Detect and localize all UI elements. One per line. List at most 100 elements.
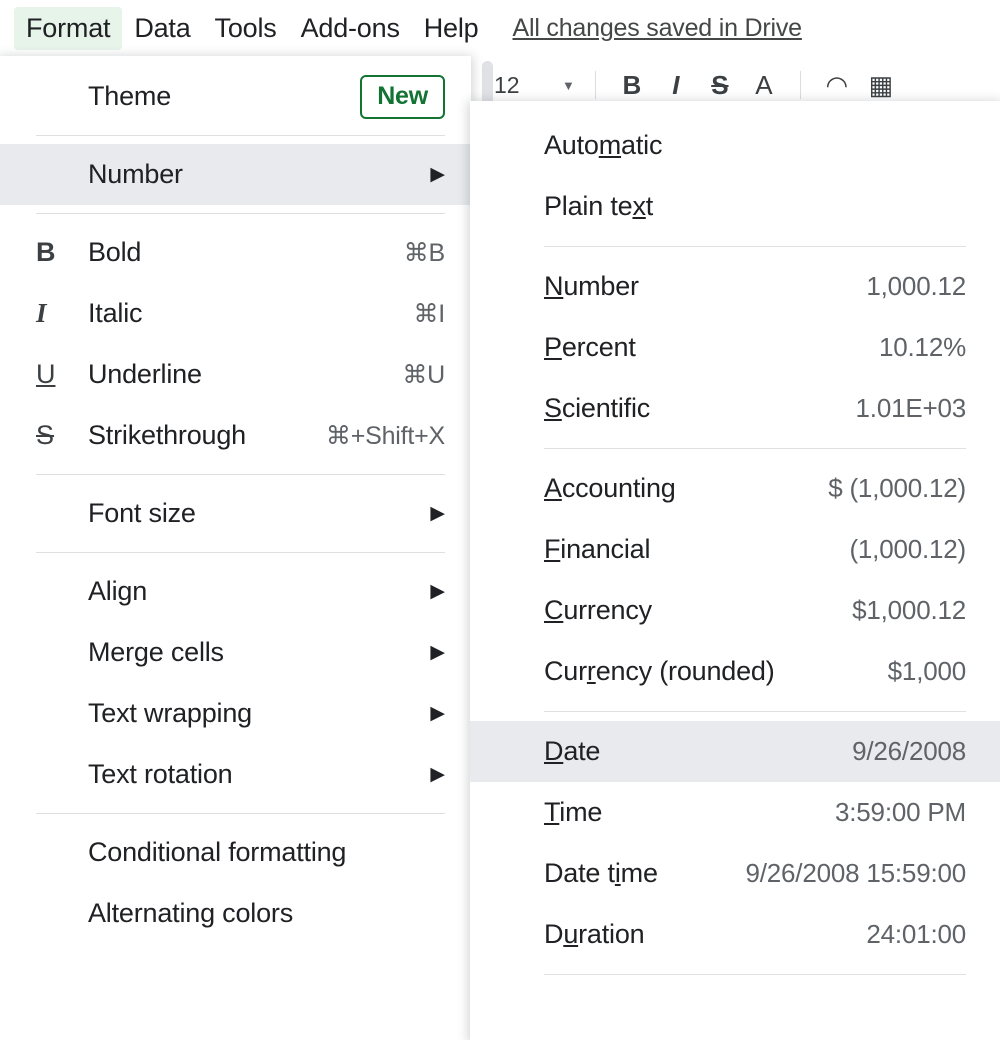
- keyboard-shortcut: ⌘B: [404, 238, 445, 268]
- number-format-item-number[interactable]: Number 1,000.12: [470, 256, 1000, 317]
- text-color-icon[interactable]: A: [742, 65, 786, 105]
- format-menu-item-text-wrapping[interactable]: Text wrapping▶: [0, 683, 471, 744]
- menu-item-label: Conditional formatting: [88, 837, 445, 868]
- number-format-sample: 9/26/2008: [852, 736, 966, 767]
- number-format-sample: 1.01E+03: [856, 393, 966, 424]
- menu-item-label: Number: [88, 159, 430, 190]
- number-format-sample: 1,000.12: [866, 271, 966, 302]
- menu-item-label: Text wrapping: [88, 698, 430, 729]
- number-format-label: Plain text: [544, 191, 653, 222]
- menu-item-label: Theme: [88, 81, 360, 112]
- borders-icon[interactable]: ▦: [859, 65, 903, 105]
- chevron-down-icon[interactable]: ▼: [562, 78, 575, 93]
- number-format-item-financial[interactable]: Financial(1,000.12): [470, 519, 1000, 580]
- format-menu-item-text-rotation[interactable]: Text rotation▶: [0, 744, 471, 805]
- italic-icon: I: [36, 298, 88, 329]
- keyboard-shortcut: ⌘U: [402, 360, 445, 390]
- number-format-item-currency-rounded[interactable]: Currency (rounded)$1,000: [470, 641, 1000, 702]
- number-format-item-accounting[interactable]: Accounting $ (1,000.12): [470, 458, 1000, 519]
- keyboard-shortcut: ⌘I: [413, 299, 445, 329]
- format-menu-item-alternating-colors[interactable]: Alternating colors: [0, 883, 471, 944]
- menu-item-label: Underline: [88, 359, 402, 390]
- menu-item-label: Bold: [88, 237, 404, 268]
- menu-separator: [544, 711, 966, 712]
- menu-separator: [544, 448, 966, 449]
- number-format-item-duration[interactable]: Duration 24:01:00: [470, 904, 1000, 965]
- format-menu-panel: ThemeNewNumber▶BBold⌘BIItalic⌘IUUnderlin…: [0, 56, 471, 1040]
- save-status-link[interactable]: All changes saved in Drive: [512, 14, 801, 43]
- number-format-label: Automatic: [544, 130, 662, 161]
- number-format-label: Duration: [544, 919, 644, 950]
- format-menu-item-merge-cells[interactable]: Merge cells▶: [0, 622, 471, 683]
- format-menu-item-number[interactable]: Number▶: [0, 144, 471, 205]
- menu-item-data[interactable]: Data: [122, 7, 202, 50]
- menu-item-tools[interactable]: Tools: [203, 7, 289, 50]
- menu-separator: [36, 552, 445, 553]
- bold-icon: B: [36, 237, 88, 268]
- number-format-label: Scientific: [544, 393, 650, 424]
- menu-bar: Format Data Tools Add-ons Help All chang…: [0, 0, 1000, 56]
- menu-separator: [36, 474, 445, 475]
- chevron-right-icon: ▶: [430, 704, 445, 723]
- fill-color-icon[interactable]: ◠: [815, 65, 859, 105]
- number-format-sample: $ (1,000.12): [828, 473, 966, 504]
- chevron-right-icon: ▶: [430, 504, 445, 523]
- chevron-right-icon: ▶: [430, 765, 445, 784]
- toolbar-divider: [800, 71, 801, 99]
- number-format-label: Currency (rounded): [544, 656, 775, 687]
- number-format-item-time[interactable]: Time3:59:00 PM: [470, 782, 1000, 843]
- menu-item-label: Italic: [88, 298, 413, 329]
- format-menu-item-strikethrough[interactable]: SStrikethrough⌘+Shift+X: [0, 405, 471, 466]
- number-format-item-date-time[interactable]: Date time9/26/2008 15:59:00: [470, 843, 1000, 904]
- format-menu-item-conditional-formatting[interactable]: Conditional formatting: [0, 822, 471, 883]
- menu-item-add-ons[interactable]: Add-ons: [289, 7, 412, 50]
- menu-separator: [36, 213, 445, 214]
- menu-item-help[interactable]: Help: [412, 7, 491, 50]
- underline-icon: U: [36, 359, 88, 390]
- font-size-input[interactable]: 12: [494, 72, 548, 99]
- menu-item-label: Text rotation: [88, 759, 430, 790]
- menu-item-label: Alternating colors: [88, 898, 445, 929]
- format-menu-item-bold[interactable]: BBold⌘B: [0, 222, 471, 283]
- menu-separator: [36, 813, 445, 814]
- format-menu-item-italic[interactable]: IItalic⌘I: [0, 283, 471, 344]
- menu-item-label: Align: [88, 576, 430, 607]
- number-format-label: Accounting: [544, 473, 676, 504]
- number-submenu-panel: Automatic Plain text Number 1,000.12 Percent…: [470, 101, 1000, 1040]
- number-format-item-date[interactable]: Date 9/26/2008: [470, 721, 1000, 782]
- strikethrough-icon[interactable]: S: [698, 65, 742, 105]
- menu-item-label: Strikethrough: [88, 420, 326, 451]
- menu-item-label: Font size: [88, 498, 430, 529]
- keyboard-shortcut: ⌘+Shift+X: [326, 421, 445, 451]
- number-format-item-percent[interactable]: Percent 10.12%: [470, 317, 1000, 378]
- menu-separator: [544, 246, 966, 247]
- number-format-sample: 3:59:00 PM: [835, 797, 966, 828]
- number-format-label: Currency: [544, 595, 652, 626]
- number-format-label: Date: [544, 736, 600, 767]
- number-format-label: Number: [544, 271, 639, 302]
- bold-icon[interactable]: B: [610, 65, 654, 105]
- number-format-sample: $1,000.12: [852, 595, 966, 626]
- number-format-item-currency[interactable]: Currency $1,000.12: [470, 580, 1000, 641]
- format-menu-item-align[interactable]: Align▶: [0, 561, 471, 622]
- number-format-sample: 24:01:00: [866, 919, 966, 950]
- format-menu-item-theme[interactable]: ThemeNew: [0, 66, 471, 127]
- menu-item-label: Merge cells: [88, 637, 430, 668]
- chevron-right-icon: ▶: [430, 582, 445, 601]
- menu-separator: [544, 974, 966, 975]
- number-format-item-plain-text[interactable]: Plain text: [470, 176, 1000, 237]
- number-format-label: Percent: [544, 332, 636, 363]
- menu-item-format[interactable]: Format: [14, 7, 122, 50]
- new-badge: New: [360, 75, 445, 119]
- number-format-label: Financial: [544, 534, 650, 565]
- toolbar-divider: [595, 71, 596, 99]
- number-format-sample: 10.12%: [879, 332, 966, 363]
- format-menu-item-underline[interactable]: UUnderline⌘U: [0, 344, 471, 405]
- italic-icon[interactable]: I: [654, 65, 698, 105]
- number-format-sample: 9/26/2008 15:59:00: [746, 858, 967, 889]
- number-format-item-scientific[interactable]: Scientific 1.01E+03: [470, 378, 1000, 439]
- scrollbar-thumb[interactable]: [482, 61, 493, 106]
- number-format-item-automatic[interactable]: Automatic: [470, 115, 1000, 176]
- menu-separator: [36, 135, 445, 136]
- format-menu-item-font-size[interactable]: Font size▶: [0, 483, 471, 544]
